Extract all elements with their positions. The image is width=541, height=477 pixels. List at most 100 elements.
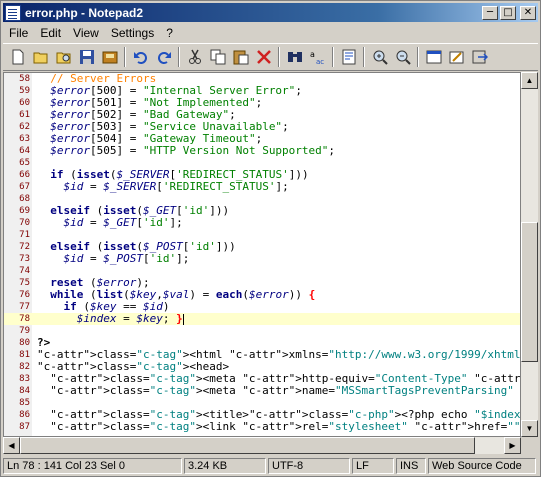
toolbar-separator — [417, 47, 419, 67]
code-line[interactable]: 73 $id = $_POST['id']; — [4, 252, 520, 265]
open-folder-icon[interactable] — [29, 46, 52, 68]
zoom-in-icon[interactable] — [368, 46, 391, 68]
scroll-down-icon[interactable]: ▼ — [521, 420, 538, 437]
line-number: 67 — [19, 182, 30, 192]
code-text: $error[505] = "HTTP Version Not Supporte… — [50, 144, 336, 157]
menu-file[interactable]: File — [3, 26, 34, 40]
line-number: 68 — [19, 194, 30, 204]
line-number: 64 — [19, 146, 30, 156]
line-number: 62 — [19, 122, 30, 132]
line-number: 72 — [19, 242, 30, 252]
toolbar-separator — [278, 47, 280, 67]
status-eol[interactable]: LF — [352, 457, 394, 474]
line-number: 77 — [19, 302, 30, 312]
status-lexer-scheme[interactable]: Web Source Code — [428, 457, 536, 474]
toolbar-separator — [124, 47, 126, 67]
status-encoding[interactable]: UTF-8 — [268, 457, 350, 474]
close-button[interactable]: ✕ — [520, 5, 536, 20]
line-number: 85 — [19, 398, 30, 408]
text-caret — [182, 313, 184, 325]
horizontal-scroll-thumb[interactable] — [20, 437, 475, 454]
line-number: 84 — [19, 386, 30, 396]
code-line[interactable]: 84 "c-attr">class="c-tag"><meta "c-attr"… — [4, 384, 520, 397]
word-wrap-icon[interactable] — [337, 46, 360, 68]
copy-icon[interactable] — [206, 46, 229, 68]
line-number: 58 — [19, 74, 30, 84]
find-icon[interactable] — [283, 46, 306, 68]
new-file-icon[interactable] — [6, 46, 29, 68]
toolbar-separator — [332, 47, 334, 67]
line-number: 80 — [19, 338, 30, 348]
line-number: 83 — [19, 374, 30, 384]
toolbar-separator — [363, 47, 365, 67]
code-text: "c-attr">class="c-tag"><link "c-attr">re… — [50, 420, 521, 433]
delete-icon[interactable] — [252, 46, 275, 68]
horizontal-scrollbar[interactable]: ◀ ▶ — [3, 437, 521, 454]
notepad-icon[interactable] — [5, 4, 21, 21]
line-number: 86 — [19, 410, 30, 420]
save-icon[interactable] — [75, 46, 98, 68]
line-number: 81 — [19, 350, 30, 360]
cut-icon[interactable] — [183, 46, 206, 68]
line-number: 70 — [19, 218, 30, 228]
toolbar: a ac — [3, 43, 538, 71]
save-as-icon[interactable] — [98, 46, 121, 68]
code-text: $index = $key; } — [76, 312, 184, 325]
code-line[interactable]: 64 $error[505] = "HTTP Version Not Suppo… — [4, 144, 520, 157]
title-bar[interactable]: error.php - Notepad2 ─ □ ✕ — [3, 3, 538, 22]
vertical-scroll-thumb[interactable] — [521, 222, 538, 362]
browse-icon[interactable] — [52, 46, 75, 68]
code-text: $id = $_POST['id']; — [63, 252, 190, 265]
menu-view[interactable]: View — [67, 26, 105, 40]
line-number: 71 — [19, 230, 30, 240]
status-insert-mode: INS — [396, 457, 426, 474]
undo-icon[interactable] — [129, 46, 152, 68]
window-title: error.php - Notepad2 — [25, 5, 144, 20]
zoom-out-icon[interactable] — [391, 46, 414, 68]
scrollbar-corner — [521, 437, 538, 454]
code-line[interactable]: 78 $index = $key; } — [4, 312, 520, 325]
vertical-scrollbar[interactable]: ▲ ▼ — [521, 72, 538, 437]
menu-settings[interactable]: Settings — [105, 26, 160, 40]
code-line[interactable]: 67 $id = $_SERVER['REDIRECT_STATUS']; — [4, 180, 520, 193]
svg-text:ac: ac — [316, 58, 324, 65]
line-number: 69 — [19, 206, 30, 216]
line-number: 79 — [19, 326, 30, 336]
toolbar-separator — [178, 47, 180, 67]
menu-edit[interactable]: Edit — [34, 26, 67, 40]
code-line[interactable]: 79 — [4, 325, 520, 337]
status-file-size: 3.24 KB — [184, 457, 266, 474]
line-number: 73 — [19, 254, 30, 264]
code-line[interactable]: 70 $id = $_GET['id']; — [4, 217, 520, 229]
code-editor[interactable]: 58 // Server Errors 59 $error[500] = "Int… — [3, 72, 521, 437]
redo-icon[interactable] — [152, 46, 175, 68]
notepad2-window: error.php - Notepad2 ─ □ ✕ File Edit Vie… — [0, 0, 541, 477]
line-number: 78 — [19, 314, 30, 324]
line-number: 87 — [19, 422, 30, 432]
line-number: 60 — [19, 98, 30, 108]
line-number: 76 — [19, 290, 30, 300]
minimize-button[interactable]: ─ — [482, 5, 498, 20]
exit-icon[interactable] — [468, 46, 491, 68]
replace-icon[interactable]: a ac — [306, 46, 329, 68]
code-text: "c-attr">class="c-tag"><meta "c-attr">na… — [50, 384, 514, 397]
line-number: 66 — [19, 170, 30, 180]
line-number: 61 — [19, 110, 30, 120]
line-number: 75 — [19, 278, 30, 288]
settings-icon[interactable] — [445, 46, 468, 68]
scroll-up-icon[interactable]: ▲ — [521, 72, 538, 89]
maximize-button[interactable]: □ — [500, 5, 516, 20]
code-text: $id = $_SERVER['REDIRECT_STATUS']; — [63, 180, 289, 193]
scroll-right-icon[interactable]: ▶ — [504, 437, 521, 454]
menu-bar: File Edit View Settings ? — [3, 23, 538, 42]
line-number: 82 — [19, 362, 30, 372]
view-icon[interactable] — [422, 46, 445, 68]
line-number: 74 — [19, 266, 30, 276]
svg-text:a: a — [310, 50, 315, 59]
menu-help[interactable]: ? — [160, 26, 179, 40]
status-bar: Ln 78 : 141 Col 23 Sel 0 3.24 KB UTF-8 L… — [3, 456, 538, 475]
code-line[interactable]: 87 "c-attr">class="c-tag"><link "c-attr"… — [4, 420, 521, 433]
line-number: 65 — [19, 158, 30, 168]
scroll-left-icon[interactable]: ◀ — [3, 437, 20, 454]
paste-icon[interactable] — [229, 46, 252, 68]
